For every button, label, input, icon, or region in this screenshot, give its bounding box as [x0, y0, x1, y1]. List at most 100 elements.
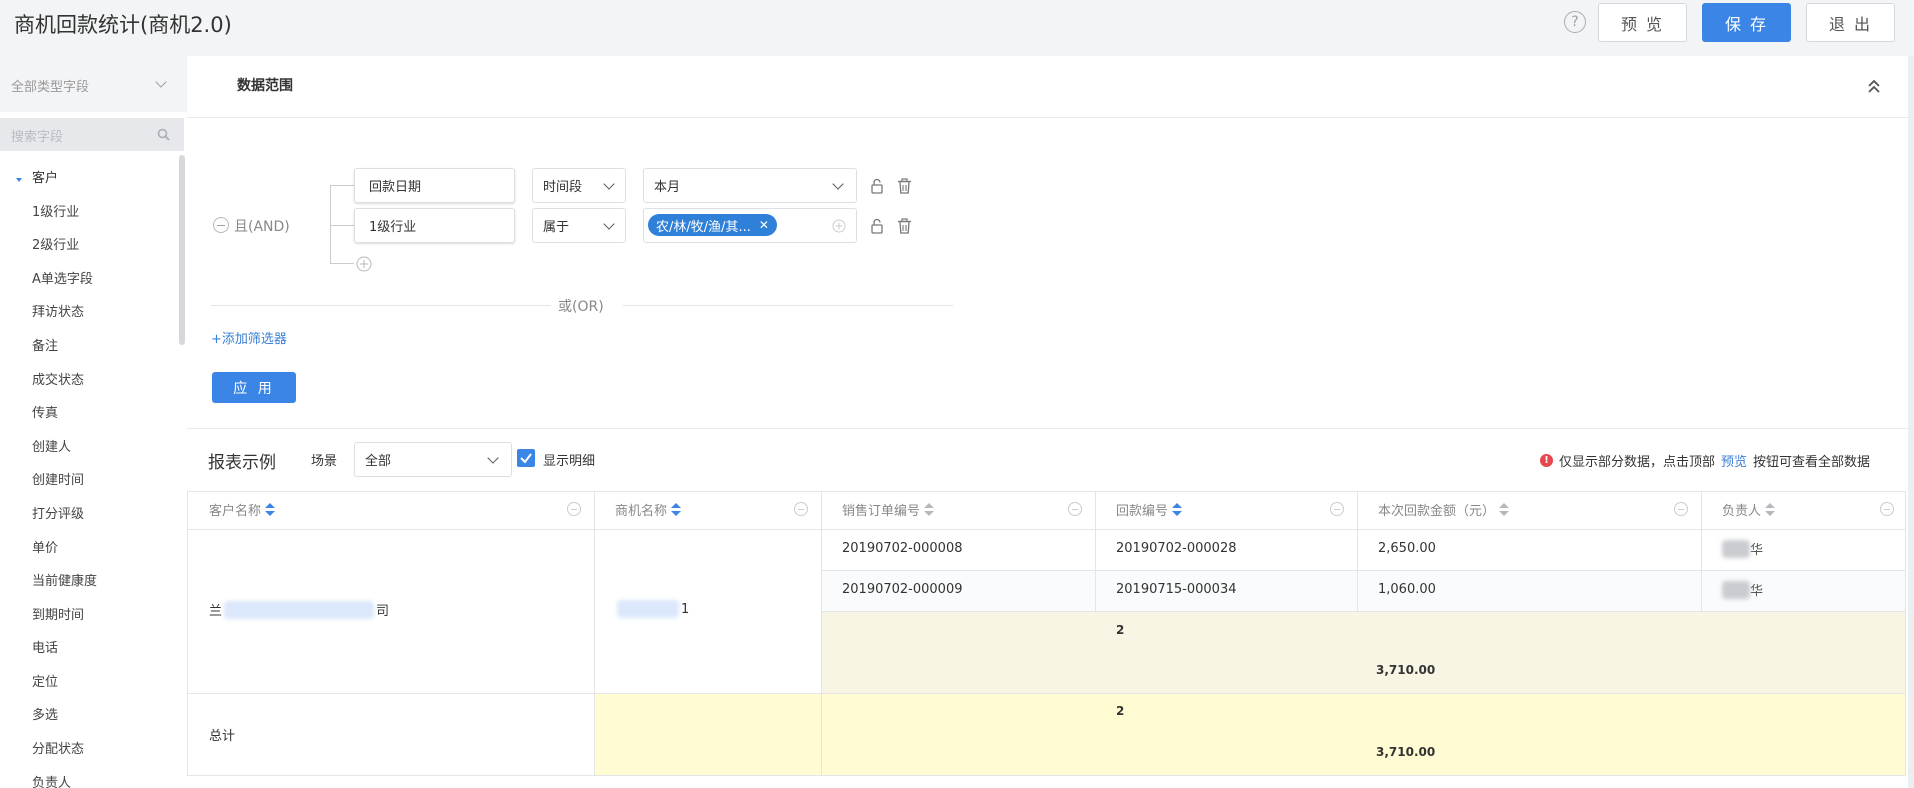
data-range-title: 数据范围	[237, 78, 293, 94]
sidebar-item[interactable]: A单选字段	[32, 268, 93, 287]
subtotal-amount: 3,710.00	[1376, 663, 1436, 677]
payment-no-link[interactable]: 20190702-000028	[1116, 541, 1237, 556]
help-icon[interactable]: ?	[1564, 11, 1586, 33]
customer-name-link[interactable]: 兰 司	[209, 600, 389, 619]
sidebar-item[interactable]: 创建时间	[32, 469, 84, 488]
sidebar-item[interactable]: 1级行业	[32, 201, 79, 220]
remove-tag-icon[interactable]: ✕	[759, 218, 769, 232]
sidebar-item[interactable]: 创建人	[32, 436, 71, 455]
redacted-text	[1722, 539, 1750, 558]
search-icon	[157, 128, 170, 141]
column-menu-icon[interactable]	[1880, 502, 1894, 516]
main-scrollbar[interactable]	[1908, 56, 1914, 788]
column-header-label: 商机名称	[615, 504, 668, 519]
column-menu-icon[interactable]	[1674, 502, 1688, 516]
sidebar-scrollbar[interactable]	[179, 155, 185, 345]
owner-cell: 华	[1722, 580, 1763, 599]
report-title: 报表示例	[208, 453, 276, 473]
sidebar-item[interactable]: 当前健康度	[32, 570, 97, 589]
redacted-text	[1722, 580, 1750, 599]
payment-no-link[interactable]: 20190715-000034	[1116, 582, 1237, 597]
sidebar-item[interactable]: 分配状态	[32, 738, 84, 757]
show-detail-checkbox[interactable]	[517, 449, 535, 467]
owner-cell: 华	[1722, 539, 1763, 558]
sidebar-item[interactable]: 到期时间	[32, 604, 84, 623]
column-header-label: 本次回款金额（元）	[1378, 504, 1496, 519]
sort-icon[interactable]	[1499, 502, 1510, 517]
sort-icon[interactable]	[671, 502, 682, 517]
column-header-amount[interactable]: 本次回款金额（元）	[1378, 500, 1510, 519]
filter-field-select[interactable]: 1级行业	[354, 208, 515, 243]
grid-line	[187, 693, 1906, 694]
apply-button[interactable]: 应 用	[212, 372, 296, 403]
owner-name-end: 华	[1750, 543, 1764, 558]
sidebar-item[interactable]: 单价	[32, 537, 58, 556]
divider	[623, 305, 953, 306]
filter-field-select[interactable]: 回款日期	[354, 168, 515, 203]
sidebar-item[interactable]: 多选	[32, 704, 58, 723]
chevron-down-icon	[832, 178, 844, 190]
sidebar-item[interactable]: 定位	[32, 671, 58, 690]
order-no-link[interactable]: 20190702-000009	[842, 582, 963, 597]
sidebar-item[interactable]: 2级行业	[32, 234, 79, 253]
subtotal-row	[821, 611, 1906, 693]
total-label: 总计	[209, 729, 236, 744]
column-menu-icon[interactable]	[1330, 502, 1344, 516]
add-value-icon[interactable]	[832, 219, 846, 233]
unlock-icon[interactable]	[870, 218, 884, 234]
sidebar-item[interactable]: 拜访状态	[32, 301, 84, 320]
caret-down-icon[interactable]	[16, 178, 22, 182]
column-menu-icon[interactable]	[567, 502, 581, 516]
collapse-icon[interactable]	[1867, 78, 1881, 94]
page-title: 商机回款统计(商机2.0)	[14, 13, 232, 37]
warning-icon: !	[1540, 454, 1553, 467]
add-condition-icon[interactable]	[356, 256, 372, 272]
sidebar-item[interactable]: 备注	[32, 335, 58, 354]
preview-button[interactable]: 预 览	[1598, 3, 1687, 42]
sort-icon[interactable]	[265, 502, 276, 517]
column-header-customer[interactable]: 客户名称	[209, 500, 276, 519]
grid-line	[821, 570, 1906, 571]
tree-connector	[330, 185, 331, 263]
grid-line	[821, 611, 1906, 612]
column-header-opportunity[interactable]: 商机名称	[615, 500, 682, 519]
sidebar-item[interactable]: 打分评级	[32, 503, 84, 522]
divider	[211, 305, 551, 306]
filter-operator-select[interactable]: 时间段	[532, 168, 626, 203]
field-search-input[interactable]: 搜索字段	[0, 118, 184, 151]
opportunity-name-link[interactable]: 1	[617, 600, 689, 618]
save-button[interactable]: 保 存	[1702, 3, 1791, 42]
sort-icon[interactable]	[1765, 502, 1776, 517]
filter-value-select[interactable]: 本月	[643, 168, 857, 203]
column-header-payment-no[interactable]: 回款编号	[1116, 500, 1183, 519]
column-menu-icon[interactable]	[794, 502, 808, 516]
unlock-icon[interactable]	[870, 178, 884, 194]
notice-preview-link[interactable]: 预览	[1721, 451, 1747, 470]
sort-icon[interactable]	[924, 502, 935, 517]
trash-icon[interactable]	[897, 218, 912, 234]
column-header-owner[interactable]: 负责人	[1722, 500, 1776, 519]
sidebar-item[interactable]: 负责人	[32, 772, 71, 788]
order-no-link[interactable]: 20190702-000008	[842, 541, 963, 556]
collapse-group-icon[interactable]	[213, 217, 229, 233]
filter-operator-value: 属于	[543, 220, 570, 235]
sidebar-item[interactable]: 电话	[32, 637, 58, 656]
chevron-down-icon	[487, 452, 499, 464]
filter-operator-select[interactable]: 属于	[532, 208, 626, 243]
column-menu-icon[interactable]	[1068, 502, 1082, 516]
trash-icon[interactable]	[897, 178, 912, 194]
sidebar-group-customer[interactable]: 客户	[32, 167, 58, 186]
add-filter-link[interactable]: +添加筛选器	[211, 328, 287, 347]
sort-icon[interactable]	[1172, 502, 1183, 517]
column-header-order-no[interactable]: 销售订单编号	[842, 500, 935, 519]
exit-button[interactable]: 退 出	[1806, 3, 1895, 42]
sidebar-item[interactable]: 成交状态	[32, 369, 84, 388]
amount-cell: 1,060.00	[1378, 582, 1436, 597]
field-type-select[interactable]: 全部类型字段	[0, 56, 187, 112]
column-header-label: 回款编号	[1116, 504, 1169, 519]
divider	[187, 117, 1911, 118]
sidebar-item[interactable]: 传真	[32, 402, 58, 421]
and-label[interactable]: 且(AND)	[234, 216, 290, 236]
scene-select[interactable]: 全部	[354, 442, 512, 477]
tree-connector	[330, 263, 354, 264]
